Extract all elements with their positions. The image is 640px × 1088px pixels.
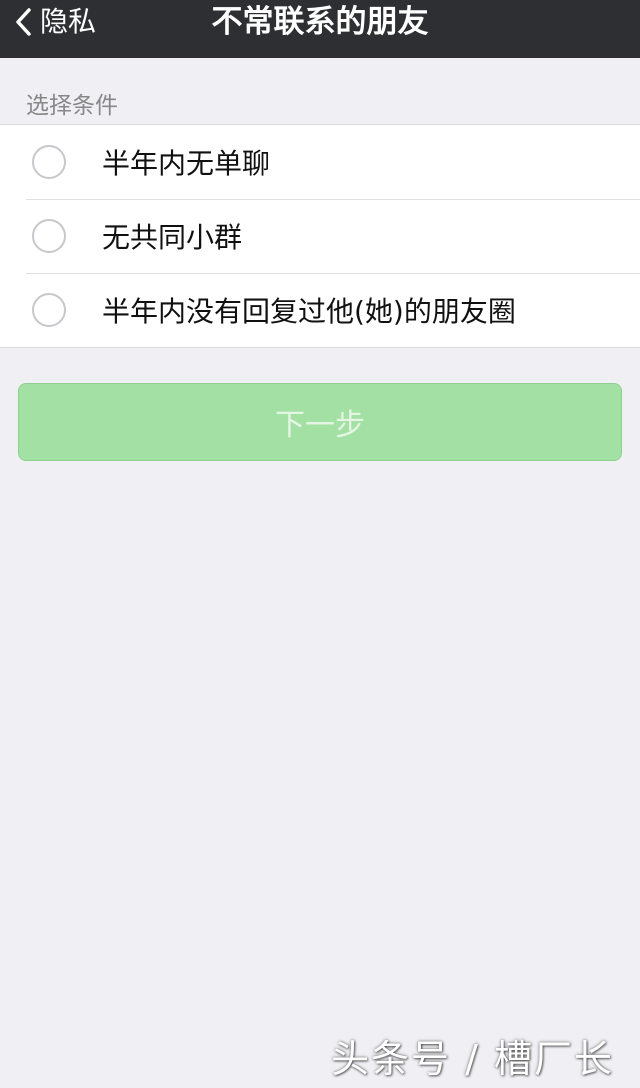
options-list: 半年内无单聊 无共同小群 半年内没有回复过他(她)的朋友圈 — [0, 124, 640, 348]
chevron-left-icon — [14, 7, 34, 37]
navigation-bar: 隐私 不常联系的朋友 — [0, 0, 640, 58]
radio-unchecked-icon[interactable] — [32, 145, 66, 179]
radio-unchecked-icon[interactable] — [32, 293, 66, 327]
option-no-private-chat[interactable]: 半年内无单聊 — [0, 125, 640, 199]
radio-unchecked-icon[interactable] — [32, 219, 66, 253]
back-button[interactable]: 隐私 — [14, 0, 96, 44]
option-label: 半年内无单聊 — [102, 147, 271, 180]
option-label: 无共同小群 — [102, 221, 243, 254]
option-no-moments-reply[interactable]: 半年内没有回复过他(她)的朋友圈 — [0, 273, 640, 347]
back-label: 隐私 — [40, 5, 97, 38]
next-step-button[interactable]: 下一步 — [18, 383, 622, 461]
option-label: 半年内没有回复过他(她)的朋友圈 — [102, 295, 516, 328]
option-no-common-group[interactable]: 无共同小群 — [0, 199, 640, 273]
watermark: 头条号 / 槽厂长 — [331, 1037, 614, 1081]
section-header: 选择条件 — [26, 93, 118, 119]
